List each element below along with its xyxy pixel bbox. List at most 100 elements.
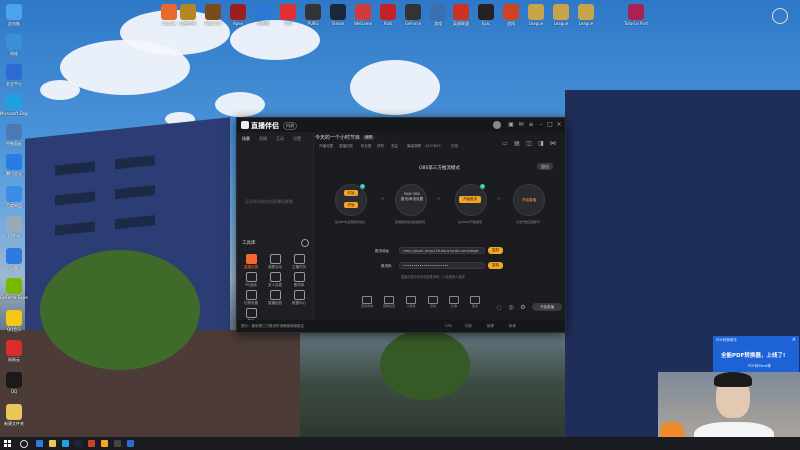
taskbar-app-icon[interactable] [88,440,95,447]
app-icon [405,4,421,20]
desktop-icon[interactable]: 腾讯会议 [0,154,28,176]
desktop-icon[interactable]: QQ [0,372,28,394]
exit-obs-mode-button[interactable]: 退出 [537,163,553,170]
tab-scenes[interactable]: 场景 [242,136,250,142]
desktop-icon[interactable]: 网易云 [0,340,28,362]
desktop-icon[interactable]: 安全中心 [0,64,28,86]
bottom-tool[interactable]: 互动 [423,296,443,308]
desktop-icon[interactable]: GeForce [399,4,427,26]
minimize-icon[interactable]: – [537,121,545,129]
tab-settings[interactable]: 设置 [293,136,301,142]
taskbar-app-icon[interactable] [114,440,121,447]
record-icon[interactable]: ◎ [507,304,515,312]
tab-interact[interactable]: 互动 [276,136,284,142]
desktop-icon[interactable]: 新建文件夹 [0,404,28,426]
taskbar-app-icon[interactable] [62,440,69,447]
sub-item[interactable]: 开播设置 [319,144,333,149]
desktop-icon[interactable]: 百度网盘 [0,186,28,208]
desktop-icon[interactable]: 战网 [497,4,525,26]
desktop-icon-label: 网络 [10,51,18,56]
desktop-icon[interactable]: 回收站 [0,216,28,238]
desktop-icon[interactable]: 此电脑 [0,4,28,26]
step-1-button-a[interactable]: 开始 [344,190,358,196]
desktop-icon[interactable]: World of [199,4,227,26]
desktop-icon[interactable]: Tutorial Part [622,4,650,26]
tool-item[interactable]: 素材库 [289,272,309,288]
desktop-icon[interactable]: 控制面板 [0,124,28,146]
tab-live[interactable]: 直播 [259,136,267,142]
sub-item[interactable]: 直播回放 [339,144,353,149]
windows-start-icon[interactable] [4,440,11,447]
bottom-tool[interactable]: 更多 [465,296,485,308]
step-4-button[interactable]: 开始直播 [517,198,541,203]
taskbar-app-icon[interactable] [36,440,43,447]
desktop-icon[interactable]: GeForce Experience [0,278,28,300]
desktop-icon[interactable]: PUBG [299,4,327,26]
app-badge: 内测 [283,122,297,130]
bottom-tool[interactable]: 观看设置 [379,296,399,308]
step-1-button-b[interactable]: 开始 [344,202,358,208]
desktop-icon-label: 控制面板 [6,141,22,146]
tool-item[interactable]: 直播设置 [241,254,261,270]
tool-item[interactable]: 主播任务 [289,254,309,270]
clock-icon[interactable] [301,239,309,247]
bottom-tool[interactable]: 道具商城 [357,296,377,308]
desktop-icon[interactable]: 魔兽世界 [174,4,202,26]
status-bar: 提示：使用第三方推流时请确保网络稳定 CPU 内存 帧率 码率 [237,320,565,332]
copy-push-url-button[interactable]: 复制 [488,247,503,254]
desktop-icon[interactable]: Epic [472,4,500,26]
chat-bubble-icon[interactable]: ◌ [495,304,503,312]
chat-icon[interactable]: ◨ [537,140,545,148]
assistant-icon[interactable] [772,8,788,24]
tools-title: 工具库 [242,241,256,246]
network-icon[interactable]: ⋈ [549,140,557,148]
push-key-field[interactable]: •••••••••••••••••••••• [399,262,485,269]
tool-item[interactable]: PK连线 [241,272,261,288]
search-icon[interactable] [20,440,28,448]
desktop-icon[interactable]: 360 [274,4,302,26]
desktop-icon[interactable]: League [547,4,575,26]
user-avatar[interactable] [493,121,501,129]
desktop-icon[interactable]: 加速器 [249,4,277,26]
desktop-icon[interactable]: 网络 [0,34,28,56]
tool-item[interactable]: 观看互动 [265,254,285,270]
start-live-button[interactable]: 开始直播 [532,303,562,311]
share-icon[interactable]: ◫ [525,140,533,148]
step-3-button[interactable]: 开始推流 [459,196,481,203]
desktop-icon[interactable]: 迅雷 [0,248,28,270]
desktop-icon[interactable]: WeGame [349,4,377,26]
taskbar-app-icon[interactable] [101,440,108,447]
desktop-icon[interactable]: Apex [224,4,252,26]
edit-title-button[interactable]: 编辑 [363,135,374,140]
settings-icon[interactable]: ⚙ [519,304,527,312]
desktop-icon[interactable]: Microsoft Edge [0,94,28,116]
desktop-icon[interactable]: QQ音乐 [0,310,28,332]
shirt-icon[interactable]: ▣ [507,121,515,129]
maximize-icon[interactable]: □ [546,121,554,129]
tool-item[interactable]: 直播回放 [265,290,285,306]
taskbar-app-icon[interactable] [127,440,134,447]
desktop-icon[interactable]: 英雄联盟 [447,4,475,26]
desktop-icon[interactable]: Riot [374,4,402,26]
bottom-tool[interactable]: 小游戏 [401,296,421,308]
menu-icon[interactable]: ≡ [527,121,535,129]
desktop-icon-label: Steam [331,21,345,26]
desktop-icon[interactable]: League [572,4,600,26]
tool-item[interactable]: 数据中心 [289,290,309,306]
mail-icon[interactable]: ✉ [517,121,525,129]
taskbar-app-icon[interactable] [49,440,56,447]
monitor-icon[interactable]: ▭ [501,140,509,148]
desktop-icon[interactable]: League [522,4,550,26]
taskbar-app-icon[interactable] [75,440,82,447]
desktop-icon[interactable]: Steam [324,4,352,26]
tool-item[interactable]: 礼物设置 [241,290,261,306]
tool-item[interactable]: 多人连麦 [265,272,285,288]
pdf-ad-popup[interactable]: PDF转换助手 × 全能PDF转换器，上线了! PDF转Word等 [713,336,799,376]
desktop-icon-label: 迅雷 [10,265,18,270]
push-url-field[interactable]: rtmp://push-rtmp-l26.douyincdn.com/stage [399,247,485,254]
lock-icon[interactable]: ▤ [513,140,521,148]
close-icon[interactable]: × [555,121,563,129]
close-icon[interactable]: × [792,337,796,343]
copy-push-key-button[interactable]: 复制 [488,262,503,269]
bottom-tool[interactable]: 礼物 [444,296,464,308]
